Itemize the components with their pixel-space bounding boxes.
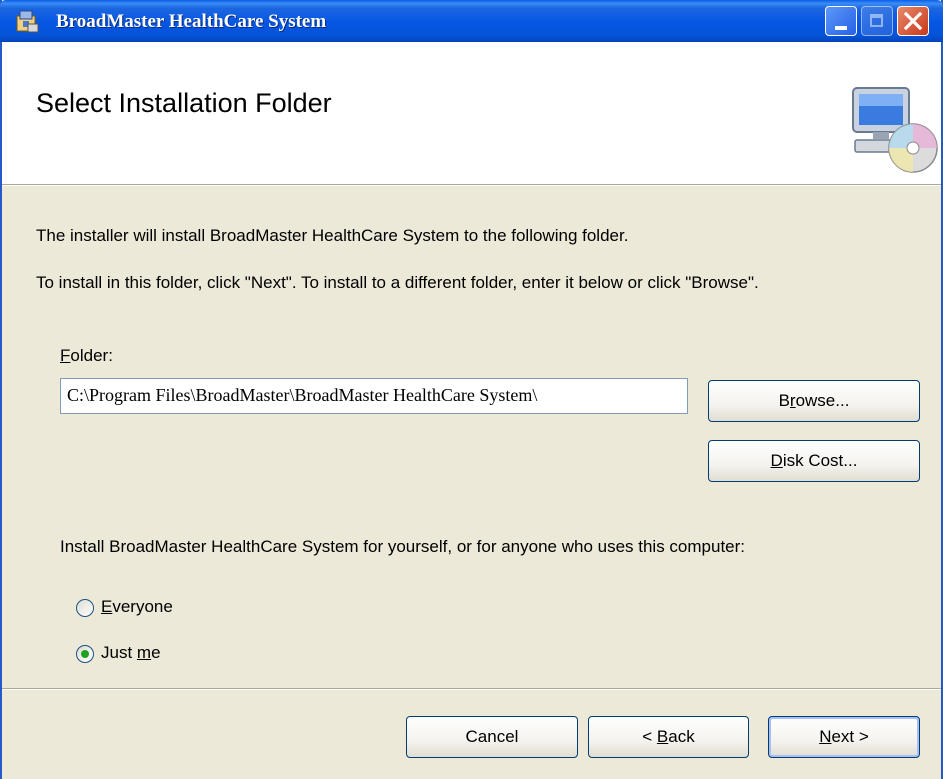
cancel-button[interactable]: Cancel [406,716,578,758]
maximize-button [861,6,893,36]
back-button[interactable]: < Back [588,716,749,758]
radio-everyone-label[interactable]: Everyone [101,597,173,617]
intro-text: The installer will install BroadMaster H… [36,226,629,245]
header-banner: Select Installation Folder [2,42,941,185]
window-title: BroadMaster HealthCare System [56,11,327,32]
radio-just-me-circle[interactable] [76,645,94,663]
installer-window: BroadMaster HealthCare System Select Ins… [0,0,943,779]
radio-just-me-label[interactable]: Just me [101,643,161,663]
maximize-icon [870,14,883,27]
radio-everyone-circle[interactable] [76,599,94,617]
disk-cost-button[interactable]: Disk Cost... [708,440,920,482]
folder-label: Folder: [60,346,113,365]
installer-app-icon [14,8,40,34]
minimize-icon [835,26,847,30]
radio-selected-dot [81,650,89,658]
install-for-question: Install BroadMaster HealthCare System fo… [60,537,746,556]
page-title: Select Installation Folder [36,88,332,118]
instruction-text: To install in this folder, click "Next".… [36,273,759,292]
folder-path-input[interactable]: C:\Program Files\BroadMaster\BroadMaster… [60,378,688,414]
minimize-button[interactable] [825,6,857,36]
browse-button[interactable]: Browse... [708,380,920,422]
title-bar[interactable]: BroadMaster HealthCare System [0,0,943,42]
computer-cd-icon [847,84,939,181]
banner-divider [2,184,941,186]
footer-divider [2,688,941,690]
close-button[interactable] [897,6,929,36]
next-button[interactable]: Next > [768,716,920,758]
close-icon [904,12,922,30]
